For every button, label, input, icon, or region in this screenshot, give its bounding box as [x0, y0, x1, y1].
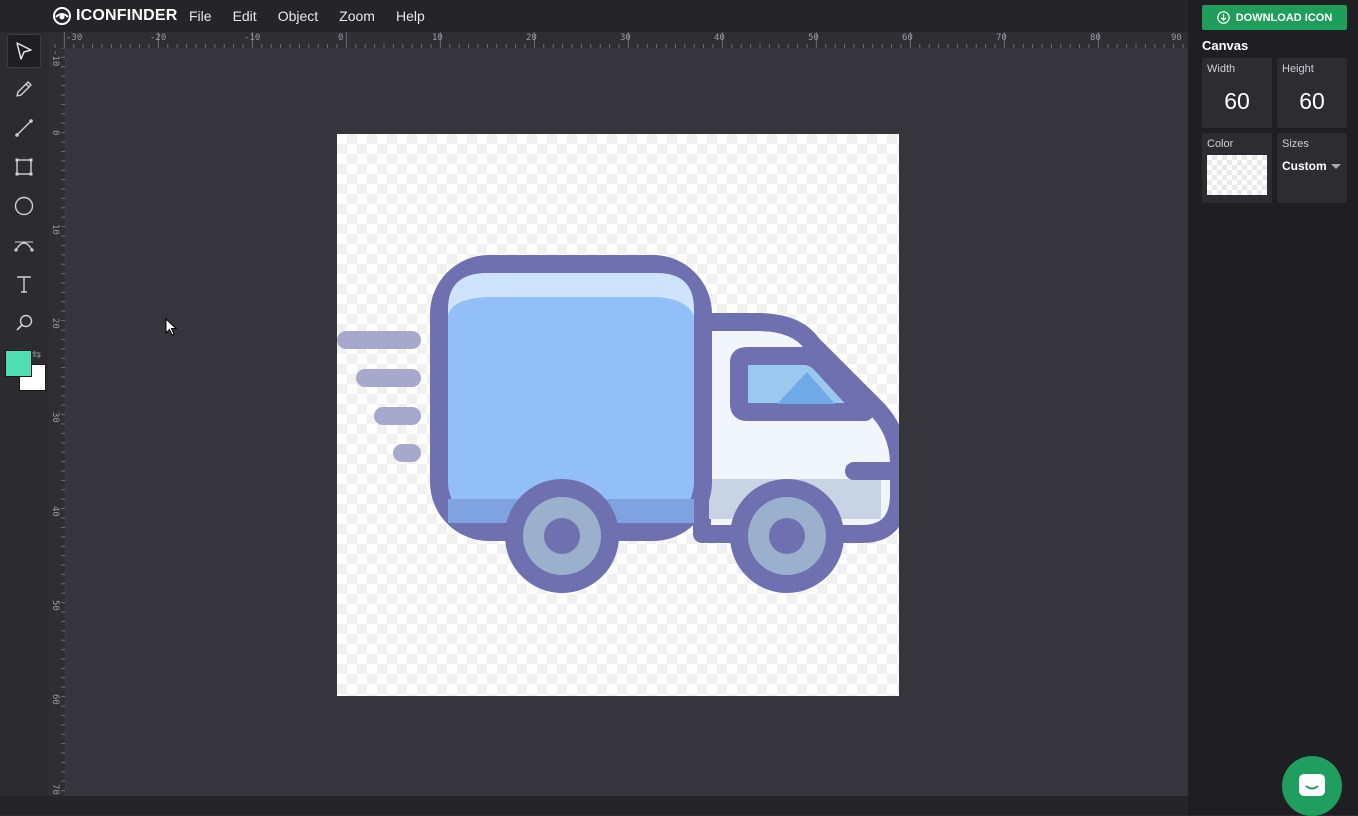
width-field[interactable]: Width 60: [1202, 58, 1272, 128]
delivery-truck-icon[interactable]: [337, 134, 908, 696]
iconfinder-logo-icon: [53, 7, 71, 25]
chat-support-button[interactable]: [1282, 756, 1342, 816]
ruler-label: 40: [50, 506, 60, 517]
width-label: Width: [1207, 63, 1236, 75]
swap-colors-icon[interactable]: ⇆: [32, 348, 41, 361]
rectangle-icon: [15, 158, 33, 176]
ruler-label: 80: [1090, 33, 1101, 43]
ruler-label: 50: [50, 600, 60, 611]
canvas-color-field[interactable]: Color: [1202, 133, 1272, 203]
menu-object[interactable]: Object: [278, 8, 318, 24]
ruler-label: 20: [50, 318, 60, 329]
ruler-label: 10: [50, 224, 60, 235]
logo-text: ICONFINDER: [76, 7, 178, 24]
ellipse-tool-button[interactable]: [7, 189, 41, 223]
artboard-canvas[interactable]: [337, 134, 908, 696]
chat-icon: [1299, 774, 1325, 796]
ruler-label: 10: [432, 33, 443, 43]
sizes-label: Sizes: [1282, 138, 1309, 150]
pencil-tool-button[interactable]: [7, 72, 41, 106]
status-strip: [0, 796, 1188, 815]
text-icon: [17, 276, 31, 293]
foreground-color-swatch[interactable]: [5, 350, 32, 377]
ruler-label: 30: [620, 33, 631, 43]
curve-tool-button[interactable]: [7, 228, 41, 262]
speed-line: [337, 331, 421, 349]
speed-line: [393, 444, 421, 462]
ruler-label: 20: [526, 33, 537, 43]
sizes-dropdown[interactable]: Sizes Custom: [1277, 133, 1347, 203]
download-label: DOWNLOAD ICON: [1235, 11, 1333, 24]
height-value[interactable]: 60: [1277, 88, 1347, 115]
menu-file[interactable]: File: [189, 8, 212, 24]
ruler-label: -20: [150, 33, 167, 43]
cursor-arrow-icon: [16, 42, 32, 60]
line-tool-button[interactable]: [7, 111, 41, 145]
horizontal-ruler: -30 -20 -10 0 10 20 30 40 50 60 70 80 90: [49, 32, 1188, 49]
iconfinder-logo[interactable]: ICONFINDER: [52, 5, 178, 27]
ruler-label: 0: [338, 33, 344, 43]
canvas-section-title: Canvas: [1202, 38, 1249, 53]
ruler-label: 60: [50, 694, 60, 705]
speed-line: [374, 407, 421, 425]
menu-edit[interactable]: Edit: [233, 8, 257, 24]
cab-handle: [845, 462, 899, 480]
chevron-down-icon: [1331, 164, 1341, 169]
pencil-icon: [16, 81, 32, 97]
front-wheel-hub: [769, 518, 805, 554]
color-label: Color: [1207, 138, 1234, 150]
select-tool-button[interactable]: [7, 34, 41, 68]
rear-wheel-hub: [544, 518, 580, 554]
ruler-label: 70: [50, 784, 60, 795]
height-label: Height: [1282, 63, 1314, 75]
bezier-curve-icon: [14, 241, 34, 252]
ruler-label: -30: [66, 33, 83, 43]
download-icon-button[interactable]: DOWNLOAD ICON: [1202, 5, 1347, 30]
ruler-label: 40: [714, 33, 725, 43]
text-tool-button[interactable]: [7, 267, 41, 301]
rectangle-tool-button[interactable]: [7, 150, 41, 184]
magnifier-icon: [16, 314, 33, 331]
ruler-label: -10: [50, 50, 60, 67]
ruler-label: 30: [50, 412, 60, 423]
sizes-selected-value: Custom: [1282, 159, 1327, 173]
ruler-label: 70: [996, 33, 1007, 43]
color-swatches: ⇆: [5, 348, 49, 394]
ruler-label: 50: [808, 33, 819, 43]
workspace[interactable]: [66, 48, 1188, 796]
mouse-cursor-icon: [165, 318, 178, 336]
main-menu: File Edit Object Zoom Help: [189, 0, 446, 32]
ruler-label: 60: [902, 33, 913, 43]
vertical-ruler: -10 0 10 20 30 40 50 60 70: [49, 48, 66, 796]
top-menu-bar: ICONFINDER File Edit Object Zoom Help: [0, 0, 1188, 32]
line-icon: [15, 119, 33, 137]
menu-zoom[interactable]: Zoom: [339, 8, 375, 24]
ruler-label: -10: [244, 33, 261, 43]
zoom-tool-button[interactable]: [7, 306, 41, 340]
ellipse-icon: [14, 196, 34, 216]
properties-panel: DOWNLOAD ICON Canvas Width 60 Height 60 …: [1188, 0, 1358, 815]
menu-help[interactable]: Help: [396, 8, 425, 24]
height-field[interactable]: Height 60: [1277, 58, 1347, 128]
ruler-label: 0: [50, 130, 60, 136]
ruler-label: 90: [1171, 33, 1182, 43]
download-icon: [1216, 11, 1230, 24]
width-value[interactable]: 60: [1202, 88, 1272, 115]
transparent-color-swatch[interactable]: [1207, 155, 1267, 195]
speed-line: [356, 369, 421, 387]
tool-palette: ⇆: [0, 32, 49, 815]
